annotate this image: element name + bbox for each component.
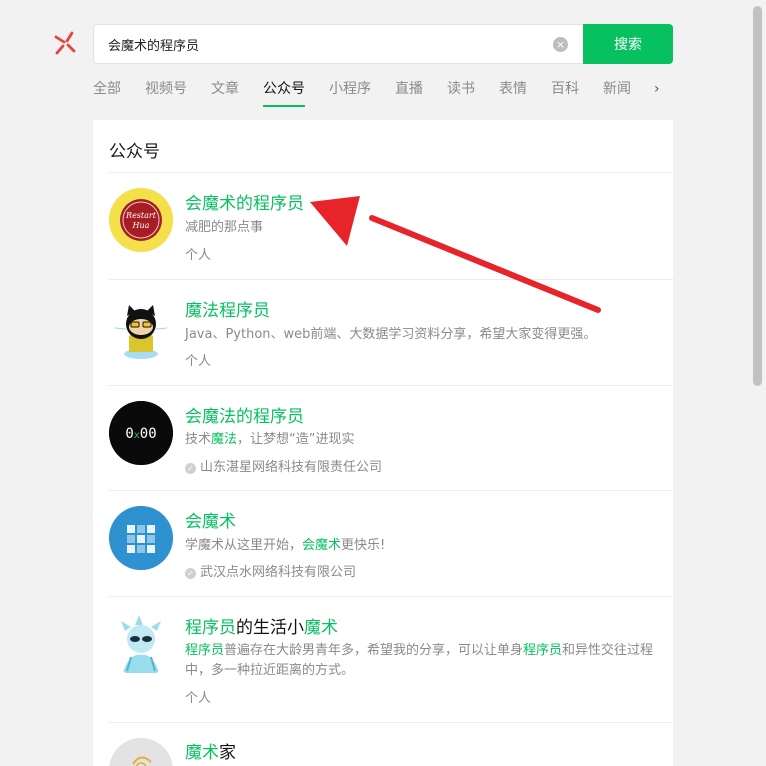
result-item[interactable]: Restart Hua 会魔术的程序员 减肥的那点事 个人 <box>109 173 673 280</box>
search-box: × <box>93 24 583 64</box>
avatar: 0x00 <box>109 401 173 465</box>
result-item[interactable]: 会魔术 学魔术从这里开始，会魔术更快乐! ✓ 武汉点水网络科技有限公司 <box>109 491 673 597</box>
tab-encyclopedia[interactable]: 百科 <box>551 78 579 104</box>
tab-mini-program[interactable]: 小程序 <box>329 78 371 104</box>
tab-books[interactable]: 读书 <box>447 78 475 104</box>
tab-all[interactable]: 全部 <box>93 78 121 104</box>
verified-check-icon: ✓ <box>185 463 196 474</box>
result-item[interactable]: 魔法程序员 Java、Python、web前端、大数据学习资料分享，希望大家变得… <box>109 280 673 386</box>
result-item[interactable]: 程序员的生活小魔术 程序员普遍存在大龄男青年多，希望我的分享，可以让单身程序员和… <box>109 597 673 723</box>
result-description: Java、Python、web前端、大数据学习资料分享，希望大家变得更强。 <box>185 327 597 342</box>
magician-avatar-icon <box>109 738 173 766</box>
verified-check-icon: ✓ <box>185 568 196 579</box>
avatar <box>109 613 173 677</box>
result-title[interactable]: 会魔术的程序员 <box>185 189 304 214</box>
avatar <box>109 296 173 360</box>
result-owner: 个人 <box>185 691 212 706</box>
restart-hua-logo: Restart Hua <box>109 188 173 252</box>
result-title[interactable]: 会魔术 <box>185 507 236 532</box>
grid-logo <box>109 506 173 570</box>
result-item[interactable]: 0x00 会魔法的程序员 技术魔法，让梦想“造”进现实 ✓ 山东湛星网络科技有限责… <box>109 386 673 491</box>
0x00-logo: 0x00 <box>109 401 173 465</box>
tab-official-account[interactable]: 公众号 <box>263 78 305 107</box>
result-description: 减肥的那点事 <box>185 220 264 235</box>
search-input[interactable] <box>108 25 538 63</box>
result-description: 程序员普遍存在大龄男青年多，希望我的分享，可以让单身程序员和异性交往过程中，多一… <box>185 643 654 678</box>
result-title[interactable]: 会魔法的程序员 <box>185 402 304 427</box>
avatar <box>109 506 173 570</box>
result-owner: ✓ 山东湛星网络科技有限责任公司 <box>185 456 382 475</box>
character-avatar-icon <box>109 613 173 677</box>
clear-icon[interactable]: × <box>553 37 568 52</box>
chevron-right-icon[interactable]: › <box>654 81 660 97</box>
result-title[interactable]: 魔术家 <box>185 738 236 763</box>
tab-video[interactable]: 视频号 <box>145 78 187 104</box>
scrollbar-thumb[interactable] <box>753 6 762 386</box>
result-owner: ✓ 武汉点水网络科技有限公司 <box>185 561 356 580</box>
result-description: 技术魔法，让梦想“造”进现实 <box>185 432 355 447</box>
search-button[interactable]: 搜索 <box>583 24 673 64</box>
tab-news[interactable]: 新闻 <box>603 78 631 104</box>
panel-title: 公众号 <box>109 142 160 162</box>
result-owner: 个人 <box>185 354 212 369</box>
wechat-search-logo-icon <box>54 31 76 55</box>
tab-live[interactable]: 直播 <box>395 78 423 104</box>
tab-stickers[interactable]: 表情 <box>499 78 527 104</box>
avatar: Restart Hua <box>109 188 173 252</box>
svg-text:0x00: 0x00 <box>125 426 156 442</box>
result-owner: 个人 <box>185 248 212 263</box>
result-title[interactable]: 魔法程序员 <box>185 296 270 321</box>
tab-article[interactable]: 文章 <box>211 78 239 104</box>
avatar <box>109 738 173 766</box>
results-panel: 公众号 Restart Hua 会魔术的程序员 减肥的那点事 个人 魔法程序员 … <box>93 120 673 766</box>
result-title[interactable]: 程序员的生活小魔术 <box>185 613 338 638</box>
result-description: 学魔术从这里开始，会魔术更快乐! <box>185 538 386 553</box>
octocat-avatar-icon <box>109 296 173 360</box>
svg-text:Restart: Restart <box>125 211 157 220</box>
svg-text:Hua: Hua <box>132 221 150 230</box>
result-item[interactable]: 魔术家 <box>109 723 673 766</box>
